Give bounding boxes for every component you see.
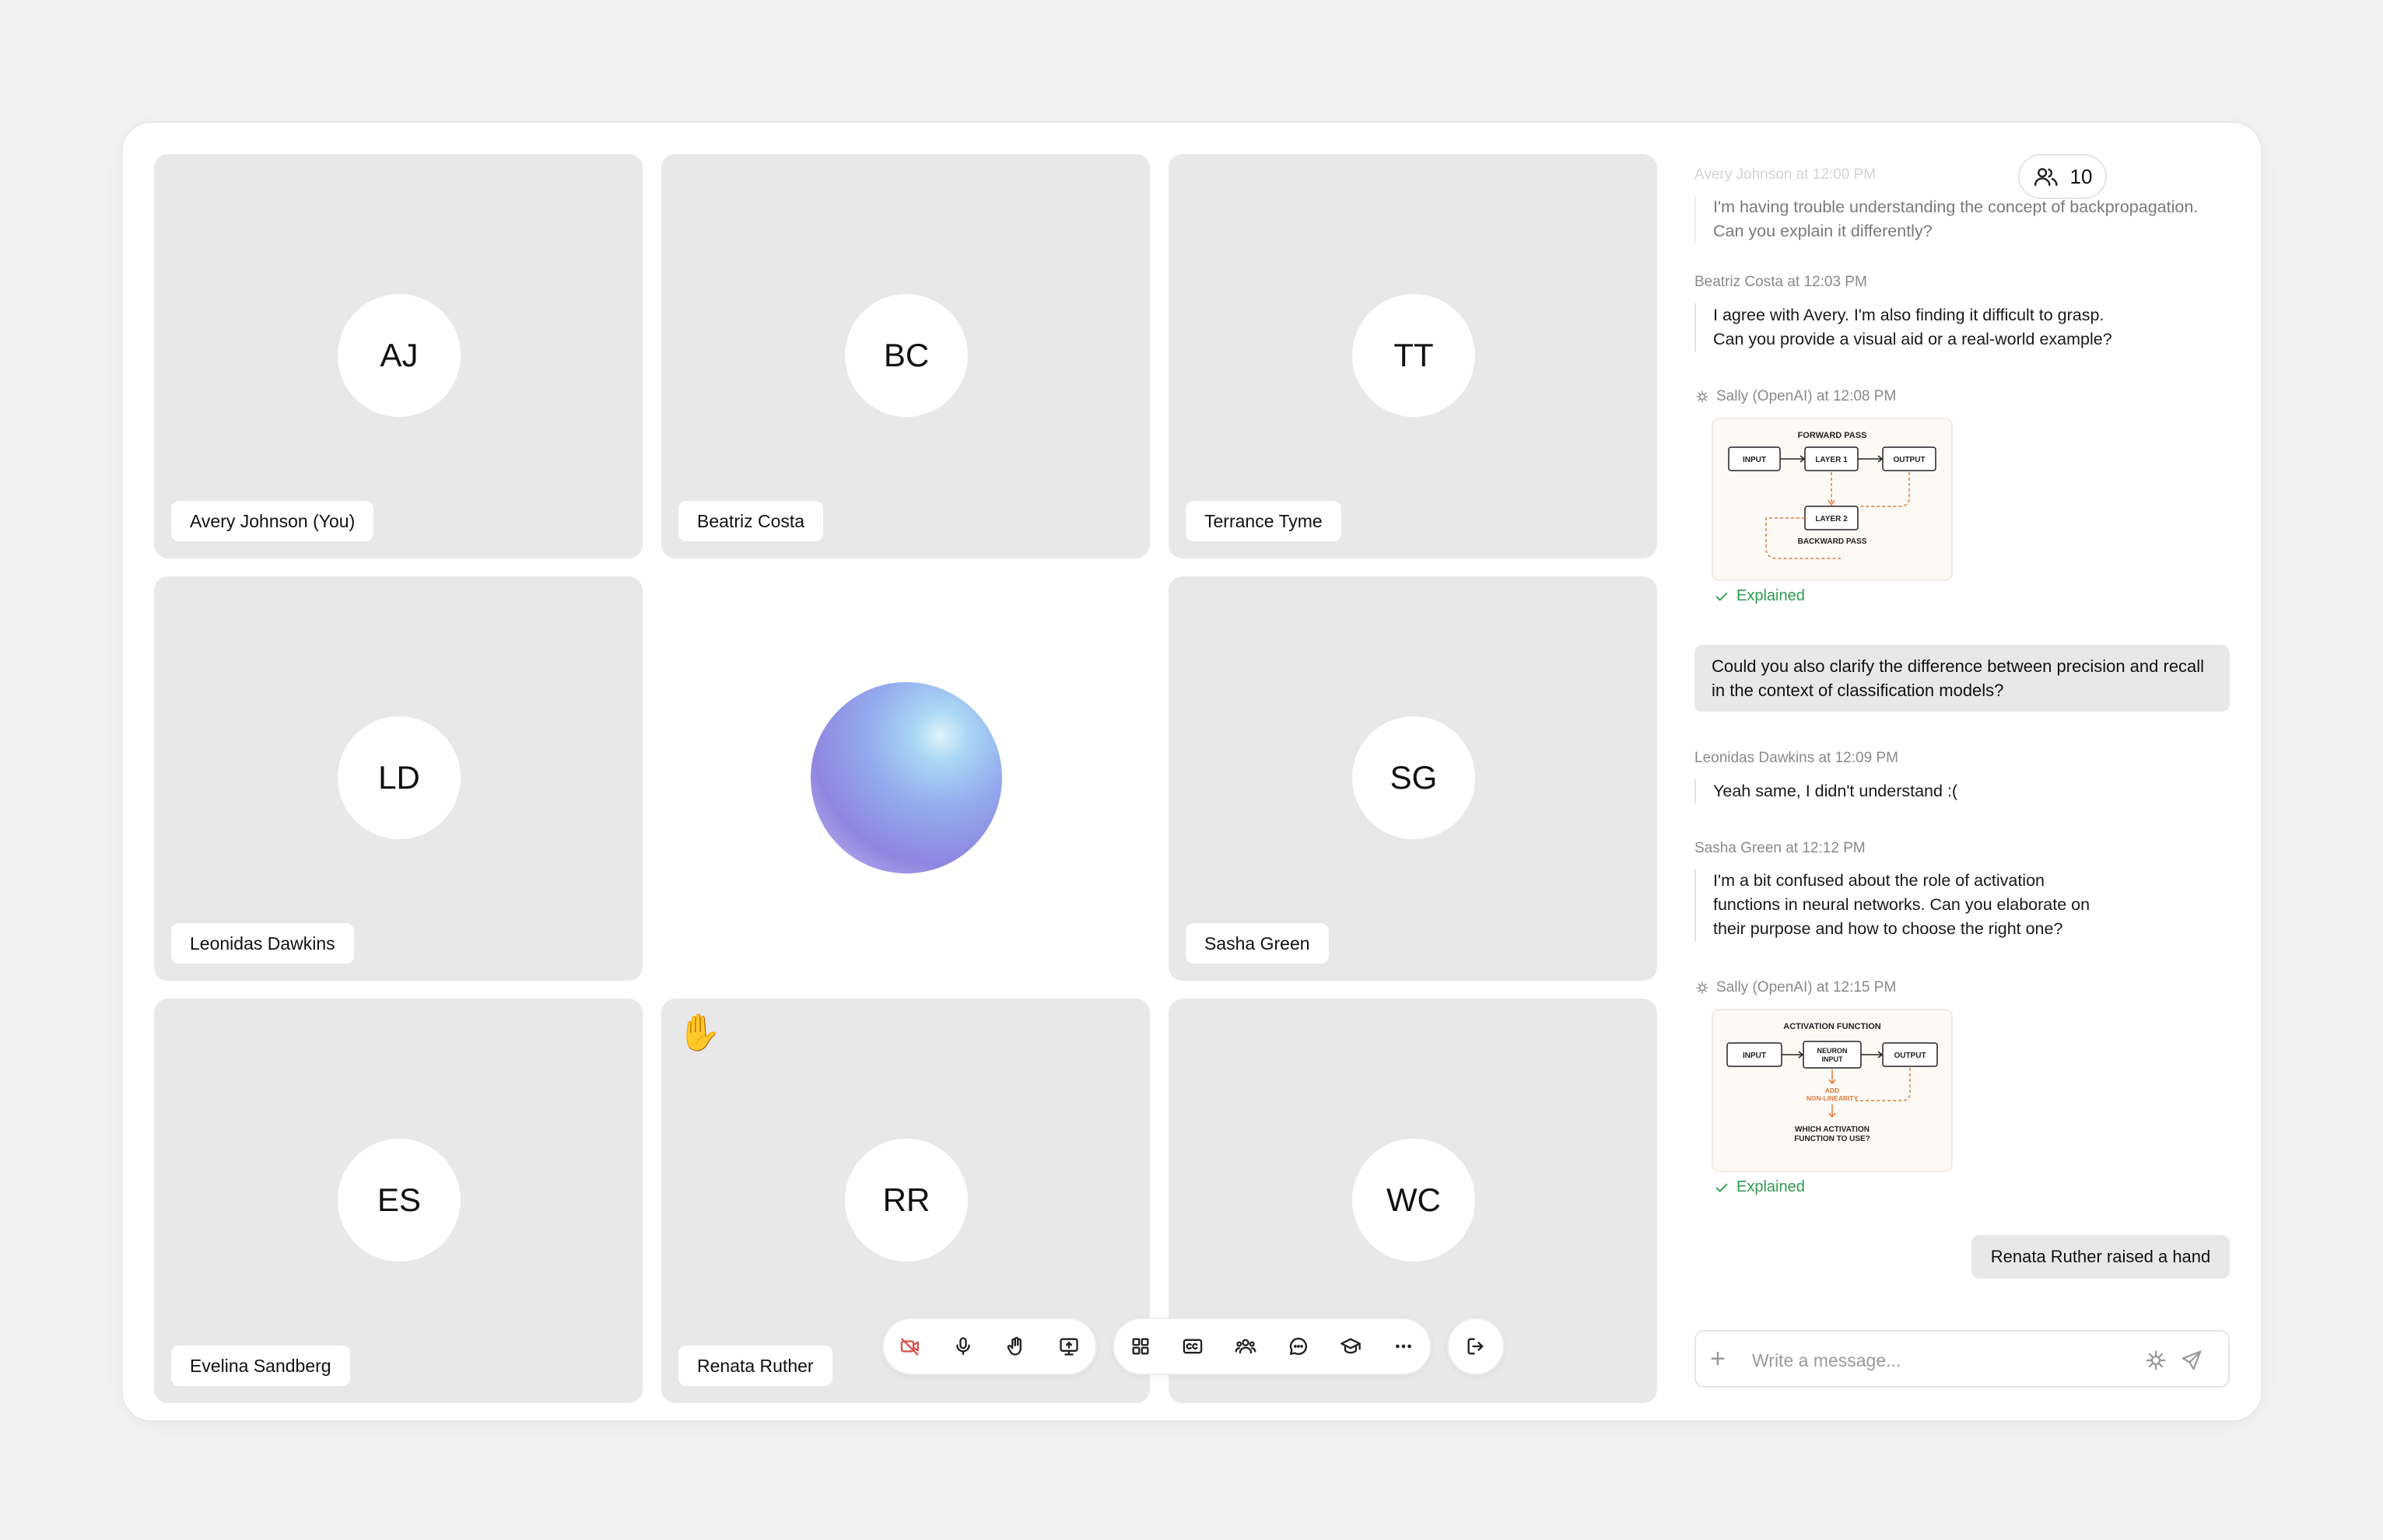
participant-tile[interactable]: TT Terrance Tyme — [1169, 154, 1657, 558]
highlighted-question: Could you also clarify the difference be… — [1694, 645, 2230, 712]
raise-hand-icon[interactable] — [997, 1328, 1035, 1365]
participant-name-tag: Terrance Tyme — [1186, 501, 1341, 541]
participant-tile[interactable]: SG Sasha Green — [1169, 576, 1657, 981]
message-meta: Beatriz Costa at 12:03 PM — [1694, 274, 1867, 290]
diagram-title: ACTIVATION FUNCTION — [1783, 1022, 1881, 1031]
openai-icon — [1696, 982, 1708, 994]
diagram-node-input: INPUT — [1743, 1052, 1766, 1060]
message-meta-text: Sally (OpenAI) at 12:15 PM — [1716, 979, 1897, 996]
leave-control — [1447, 1318, 1505, 1375]
check-icon — [1715, 592, 1728, 600]
avatar: TT — [1352, 294, 1475, 417]
chat-message: I'm having trouble understanding the con… — [1694, 195, 2198, 243]
explained-status: Explained — [1713, 1178, 1805, 1196]
message-meta: Sasha Green at 12:12 PM — [1694, 840, 1866, 856]
openai-icon[interactable] — [2144, 1349, 2167, 1372]
message-line: their purpose and how to choose the righ… — [1713, 919, 2063, 938]
backpropagation-diagram[interactable]: FORWARD PASS INPUT LAYER 1 OUTPUT LAYER … — [1712, 418, 1953, 581]
message-line: I'm having trouble understanding the con… — [1713, 198, 2199, 216]
view-controls — [1113, 1318, 1432, 1375]
message-line: functions in neural networks. Can you el… — [1713, 895, 2090, 914]
diagram-node-neuron: NEURON — [1817, 1047, 1847, 1055]
check-icon — [1715, 1183, 1728, 1192]
diagram-title: FORWARD PASS — [1798, 431, 1867, 440]
message-line: I'm a bit confused about the role of act… — [1713, 871, 2045, 890]
closed-captions-icon[interactable] — [1174, 1328, 1211, 1365]
diagram-caption: WHICH ACTIVATION — [1795, 1125, 1870, 1134]
microphone-icon[interactable] — [944, 1328, 982, 1365]
message-line: I agree with Avery. I'm also finding it … — [1713, 306, 2104, 324]
diagram-node-layer1: LAYER 1 — [1815, 456, 1848, 464]
share-screen-icon[interactable] — [1050, 1328, 1088, 1365]
diagram-annotation: ADD — [1825, 1087, 1839, 1094]
status-text: Explained — [1736, 587, 1805, 604]
diagram-caption: BACKWARD PASS — [1798, 537, 1867, 546]
participant-tile[interactable]: LD Leonidas Dawkins — [154, 576, 643, 981]
participant-tile[interactable]: BC Beatriz Costa — [661, 154, 1150, 558]
diagram-node-layer2: LAYER 2 — [1815, 515, 1848, 523]
message-meta: Leonidas Dawkins at 12:09 PM — [1694, 750, 1898, 766]
message-line: Can you explain it differently? — [1713, 222, 1933, 240]
participant-name-tag: Avery Johnson (You) — [171, 501, 374, 541]
explained-status: Explained — [1713, 587, 1805, 605]
participants-count: 10 — [2069, 164, 2093, 188]
ai-message-meta: Sally (OpenAI) at 12:08 PM — [1694, 388, 1896, 405]
add-attachment-icon[interactable]: + — [1710, 1346, 1726, 1372]
message-line: Yeah same, I didn't understand :( — [1713, 782, 1958, 800]
diagram-node-output: OUTPUT — [1893, 456, 1925, 464]
diagram-node-neuron-sub: INPUT — [1822, 1055, 1844, 1063]
message-composer: + — [1694, 1330, 2230, 1388]
participant-name-tag: Beatriz Costa — [678, 501, 824, 541]
status-text: Explained — [1736, 1178, 1805, 1195]
media-controls — [882, 1318, 1097, 1375]
send-icon[interactable] — [2180, 1349, 2203, 1372]
avatar: SG — [1352, 716, 1475, 839]
participant-name-tag: Sasha Green — [1186, 923, 1329, 964]
diagram-annotation: NON-LINEARITY — [1807, 1094, 1859, 1102]
avatar: AJ — [338, 294, 461, 417]
participant-name-tag: Evelina Sandberg — [171, 1346, 350, 1386]
message-meta-text: Sally (OpenAI) at 12:08 PM — [1716, 388, 1897, 404]
message-meta: Avery Johnson at 12:00 PM — [1694, 166, 1877, 183]
ai-assistant-tile — [661, 576, 1150, 981]
avatar: ES — [338, 1139, 461, 1262]
grid-view-icon[interactable] — [1122, 1328, 1159, 1365]
diagram-node-output: OUTPUT — [1894, 1052, 1926, 1060]
activation-function-diagram[interactable]: ACTIVATION FUNCTION INPUT NEURON INPUT O… — [1712, 1009, 1953, 1172]
more-icon[interactable] — [1385, 1328, 1422, 1365]
chat-message: I'm a bit confused about the role of act… — [1694, 869, 2090, 941]
chat-icon[interactable] — [1280, 1328, 1317, 1365]
people-icon — [2034, 168, 2058, 187]
avatar: RR — [845, 1139, 968, 1262]
participant-name-tag: Renata Ruther — [678, 1346, 832, 1386]
learn-icon[interactable] — [1332, 1328, 1369, 1365]
ai-assistant-orb — [811, 682, 1002, 873]
message-input[interactable] — [1750, 1344, 2143, 1377]
diagram-caption: FUNCTION TO USE? — [1794, 1135, 1870, 1143]
leave-icon[interactable] — [1457, 1328, 1495, 1365]
avatar: BC — [845, 294, 968, 417]
chat-message: I agree with Avery. I'm also finding it … — [1694, 303, 2112, 352]
participants-count-button[interactable]: 10 — [2018, 154, 2107, 199]
message-line: Can you provide a visual aid or a real-w… — [1713, 330, 2112, 348]
raised-hand-icon: ✋ — [677, 1012, 722, 1052]
avatar: LD — [338, 716, 461, 839]
chat-message: Yeah same, I didn't understand :( — [1694, 779, 1957, 803]
camera-off-icon[interactable] — [892, 1328, 929, 1365]
ai-message-meta: Sally (OpenAI) at 12:15 PM — [1694, 979, 1896, 996]
avatar: WC — [1352, 1139, 1475, 1262]
participant-name-tag: Leonidas Dawkins — [171, 923, 354, 964]
diagram-node-input: INPUT — [1743, 456, 1766, 464]
participants-icon[interactable] — [1227, 1328, 1264, 1365]
raised-hand-notice: Renata Ruther raised a hand — [1971, 1235, 2230, 1279]
participant-tile[interactable]: ES Evelina Sandberg — [154, 999, 643, 1403]
openai-icon — [1696, 390, 1708, 403]
participant-tile[interactable]: AJ Avery Johnson (You) — [154, 154, 643, 558]
